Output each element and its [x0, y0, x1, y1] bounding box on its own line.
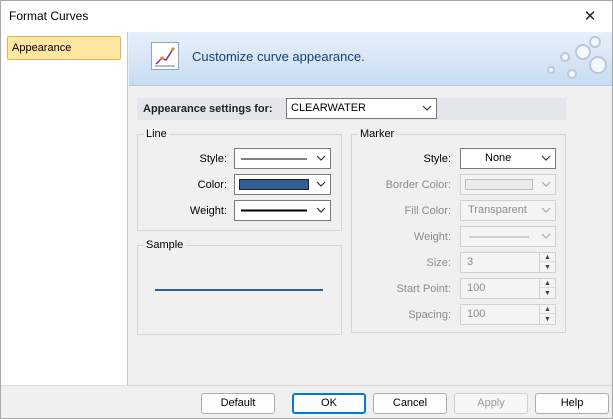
chevron-down-icon: [541, 155, 551, 161]
apply-button: Apply: [454, 393, 528, 414]
spin-down-icon: ▼: [544, 290, 551, 297]
help-button[interactable]: Help: [535, 393, 609, 414]
color-swatch: [239, 179, 309, 190]
fill-color-select: Transparent: [460, 200, 556, 221]
border-color-select: [460, 174, 556, 195]
spacing-spinner: 100 ▲ ▼: [460, 304, 556, 325]
marker-size-spinner: 3 ▲ ▼: [460, 252, 556, 273]
sidebar-item-appearance[interactable]: Appearance: [7, 36, 121, 60]
marker-style-value: None: [485, 152, 512, 164]
chevron-down-icon: [316, 155, 326, 161]
line-group-title: Line: [144, 128, 169, 140]
marker-weight-label: Weight:: [413, 231, 451, 243]
format-curves-dialog: Format Curves ✕ Appearance Customize cur…: [0, 0, 613, 419]
start-point-spinner: 100 ▲ ▼: [460, 278, 556, 299]
marker-style-label: Style:: [423, 153, 451, 165]
marker-style-select[interactable]: None: [460, 148, 556, 169]
cancel-button[interactable]: Cancel: [373, 393, 447, 414]
spin-down-icon: ▼: [544, 264, 551, 271]
marker-weight-select: [460, 226, 556, 247]
spacing-label: Spacing:: [408, 309, 451, 321]
spin-up-icon: ▲: [540, 279, 555, 288]
line-style-select[interactable]: [234, 148, 331, 169]
line-color-label: Color:: [197, 179, 227, 191]
chevron-down-icon: [541, 181, 551, 187]
border-color-label: Border Color:: [385, 179, 451, 191]
weight-line-swatch: [241, 209, 307, 212]
line-weight-label: Weight:: [189, 205, 227, 217]
color-swatch: [465, 179, 533, 190]
fill-color-value: Transparent: [468, 204, 527, 216]
chevron-down-icon: [316, 181, 326, 187]
chevron-down-icon: [541, 207, 551, 213]
start-point-label: Start Point:: [396, 283, 451, 295]
spin-down-icon: ▼: [544, 316, 551, 323]
default-button[interactable]: Default: [201, 393, 275, 414]
solid-line-swatch: [241, 158, 307, 160]
header-banner: Customize curve appearance.: [129, 32, 612, 86]
chevron-down-icon: [316, 207, 326, 213]
marker-group-title: Marker: [358, 128, 397, 140]
weight-line-swatch: [469, 236, 529, 238]
sample-group-title: Sample: [144, 239, 186, 251]
title-bar: Format Curves ✕: [1, 1, 612, 32]
line-weight-select[interactable]: [234, 200, 331, 221]
spin-up-icon: ▲: [540, 253, 555, 262]
sidebar: Appearance: [1, 32, 128, 385]
window-title: Format Curves: [9, 9, 89, 23]
spacing-value: 100: [467, 308, 486, 320]
curve-select[interactable]: CLEARWATER: [286, 98, 437, 119]
dialog-footer: Default OK Cancel Apply Help: [1, 385, 612, 418]
ok-button[interactable]: OK: [292, 393, 366, 414]
main-content: Customize curve appearance. Appearance s…: [129, 32, 612, 385]
fill-color-label: Fill Color:: [404, 205, 451, 217]
spin-up-icon: ▲: [540, 305, 555, 314]
sample-group: Sample: [137, 239, 342, 335]
line-color-select[interactable]: [234, 174, 331, 195]
appearance-settings-label: Appearance settings for:: [143, 103, 273, 115]
chevron-down-icon: [541, 233, 551, 239]
sample-line: [155, 289, 323, 291]
chart-icon: [151, 42, 179, 70]
marker-size-label: Size:: [426, 257, 451, 269]
curve-select-value: CLEARWATER: [291, 102, 366, 114]
line-style-label: Style:: [199, 153, 227, 165]
chevron-down-icon: [422, 105, 432, 111]
marker-size-value: 3: [467, 256, 474, 268]
banner-text: Customize curve appearance.: [192, 49, 365, 64]
start-point-value: 100: [467, 282, 486, 294]
close-icon[interactable]: ✕: [568, 1, 612, 32]
sidebar-item-label: Appearance: [12, 42, 72, 54]
